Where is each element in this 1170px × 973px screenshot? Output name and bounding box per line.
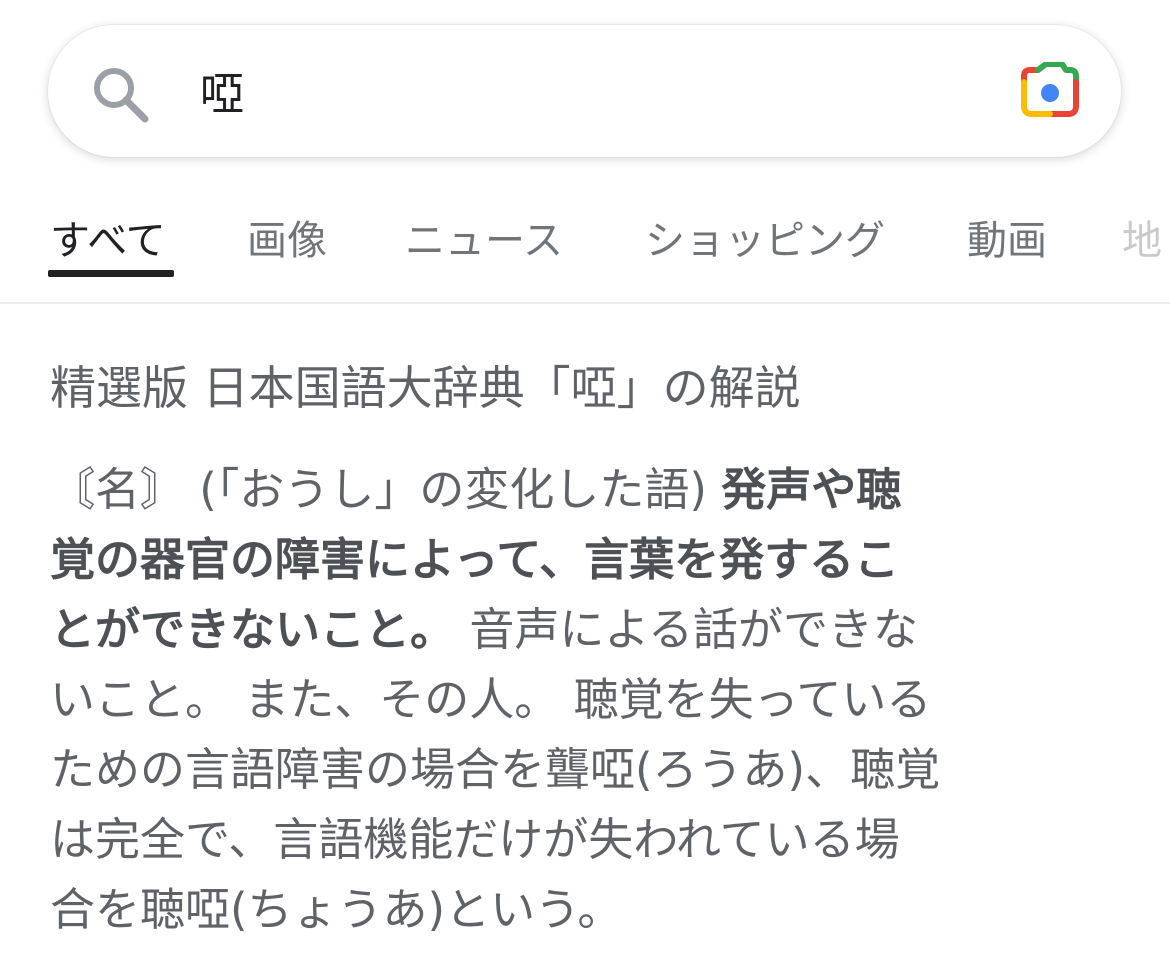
definition-text: ための言語障害の場合を聾啞(ろうあ)、聴覚 xyxy=(50,743,941,796)
definition-line: とができないこと。 音声による話ができな xyxy=(50,595,1125,665)
definition-line: 合を聴啞(ちょうあ)という。 xyxy=(50,875,1125,945)
definition-bold-text: 覚の器官の障害によって、言葉を発するこ xyxy=(50,533,900,586)
definition-line: いこと。 また、その人。 聴覚を失っている xyxy=(50,665,1125,735)
tab-images[interactable]: 画像 xyxy=(247,208,327,266)
definition-text: いこと。 また、その人。 聴覚を失っている xyxy=(50,673,932,726)
definition-line: ための言語障害の場合を聾啞(ろうあ)、聴覚 xyxy=(50,735,1125,805)
definition-bold-text: とができないこと。 xyxy=(50,603,456,656)
tab-all[interactable]: すべて xyxy=(50,208,166,266)
active-tab-indicator xyxy=(48,270,174,277)
google-lens-icon[interactable] xyxy=(1018,62,1082,120)
tab-news[interactable]: ニュース xyxy=(405,208,563,266)
tab-maps[interactable]: 地 xyxy=(1122,208,1162,266)
dictionary-definition: 〘名〙 (「おうし」の変化した語) 発声や聴 覚の器官の障害によって、言葉を発す… xyxy=(50,455,1125,945)
definition-line: は完全で、言語機能だけが失われている場 xyxy=(50,805,1125,875)
tab-videos[interactable]: 動画 xyxy=(967,208,1047,266)
definition-bold-text: 発声や聴 xyxy=(721,463,902,516)
search-input[interactable] xyxy=(200,55,980,125)
definition-line: 覚の器官の障害によって、言葉を発するこ xyxy=(50,525,1125,595)
definition-text: 合を聴啞(ちょうあ)という。 xyxy=(50,883,623,936)
tab-shopping[interactable]: ショッピング xyxy=(645,208,885,266)
search-icon[interactable] xyxy=(90,64,150,124)
definition-text: は完全で、言語機能だけが失われている場 xyxy=(50,813,900,866)
dictionary-heading: 精選版 日本国語大辞典「啞」の解説 xyxy=(50,361,801,415)
search-tabs: すべて 画像 ニュース ショッピング 動画 地 xyxy=(0,180,1170,304)
definition-text: 〘名〙 (「おうし」の変化した語) xyxy=(50,463,722,516)
definition-line: 〘名〙 (「おうし」の変化した語) 発声や聴 xyxy=(50,455,1125,525)
definition-text: 音声による話ができな xyxy=(455,603,918,656)
